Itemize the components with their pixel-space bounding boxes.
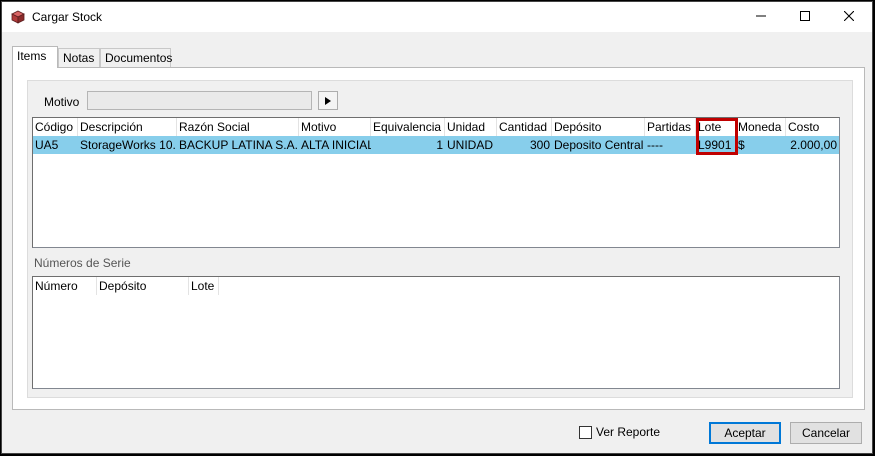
column-header-serie-deposito[interactable]: Depósito — [97, 277, 189, 295]
cell-lote[interactable]: L9901 — [696, 136, 736, 154]
motivo-lookup-button[interactable] — [318, 91, 338, 110]
serie-grid[interactable]: Número Depósito Lote — [32, 276, 840, 389]
checkbox-box[interactable] — [579, 425, 592, 439]
cube-icon — [11, 10, 25, 24]
minimize-icon — [756, 10, 766, 24]
window-title: Cargar Stock — [32, 10, 103, 24]
close-icon — [843, 10, 855, 24]
tab-notas[interactable]: Notas — [58, 48, 100, 67]
cell-motivo[interactable]: ALTA INICIAL — [299, 136, 371, 154]
minimize-button[interactable] — [739, 2, 783, 32]
column-header-razon-social[interactable]: Razón Social — [177, 118, 299, 136]
column-header-codigo[interactable]: Código — [33, 118, 78, 136]
cell-costo[interactable]: 2.000,00 — [786, 136, 839, 154]
column-header-moneda[interactable]: Moneda — [736, 118, 786, 136]
aceptar-button[interactable]: Aceptar — [709, 422, 781, 444]
maximize-button[interactable] — [783, 2, 827, 32]
items-group: Motivo Código Descripción Razón Social M… — [27, 80, 853, 398]
close-button[interactable] — [827, 2, 871, 32]
numeros-de-serie-title: Números de Serie — [34, 256, 131, 270]
column-header-motivo[interactable]: Motivo — [299, 118, 371, 136]
cell-descripcion[interactable]: StorageWorks 10. — [78, 136, 177, 154]
maximize-icon — [800, 10, 810, 24]
items-tab-panel: Motivo Código Descripción Razón Social M… — [12, 67, 865, 410]
cell-cantidad[interactable]: 300 — [497, 136, 552, 154]
play-arrow-icon — [325, 94, 331, 108]
cell-razon-social[interactable]: BACKUP LATINA S.A. — [177, 136, 299, 154]
motivo-input[interactable] — [87, 91, 312, 110]
column-header-equivalencia[interactable]: Equivalencia — [371, 118, 445, 136]
column-header-costo[interactable]: Costo — [786, 118, 839, 136]
tab-documentos[interactable]: Documentos — [100, 48, 173, 67]
cell-deposito[interactable]: Deposito Central — [552, 136, 645, 154]
cell-equivalencia[interactable]: 1 — [371, 136, 445, 154]
tab-items[interactable]: Items — [12, 46, 58, 68]
column-header-unidad[interactable]: Unidad — [445, 118, 497, 136]
cell-unidad[interactable]: UNIDAD — [445, 136, 497, 154]
tab-items-label: Items — [17, 49, 47, 63]
tab-notas-label: Notas — [63, 51, 95, 65]
column-header-cantidad[interactable]: Cantidad — [497, 118, 552, 136]
column-header-partidas[interactable]: Partidas — [645, 118, 696, 136]
items-grid[interactable]: Código Descripción Razón Social Motivo E… — [32, 117, 840, 248]
cell-codigo[interactable]: UA5 — [33, 136, 78, 154]
ver-reporte-checkbox[interactable]: Ver Reporte — [579, 425, 660, 439]
column-header-descripcion[interactable]: Descripción — [78, 118, 177, 136]
ver-reporte-label: Ver Reporte — [596, 425, 661, 439]
column-header-lote[interactable]: Lote — [696, 118, 736, 136]
motivo-label: Motivo — [44, 95, 80, 109]
column-header-deposito[interactable]: Depósito — [552, 118, 645, 136]
cancelar-button[interactable]: Cancelar — [790, 422, 862, 444]
cell-moneda[interactable]: $ — [736, 136, 786, 154]
cell-partidas[interactable]: ---- — [645, 136, 696, 154]
cargar-stock-window: Cargar Stock Items Notas Documentos Moti… — [1, 1, 873, 454]
column-header-serie-lote[interactable]: Lote — [189, 277, 219, 295]
title-bar[interactable]: Cargar Stock — [2, 2, 872, 32]
tab-documentos-label: Documentos — [105, 51, 173, 65]
column-header-numero[interactable]: Número — [33, 277, 97, 295]
